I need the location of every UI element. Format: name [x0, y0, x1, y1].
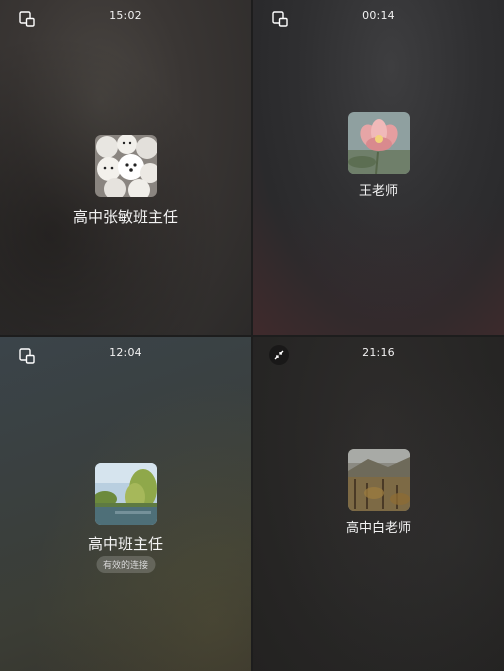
participant-name: 高中张敏班主任 [72, 208, 178, 226]
participant-name: 高中白老师 [345, 521, 411, 536]
lotus-flower-avatar [348, 112, 410, 174]
grid-divider [0, 335, 504, 337]
call-duration: 15:02 [109, 9, 142, 22]
participant-tile-zhangmin[interactable]: 15:02 高中张敏班主任 [0, 0, 251, 335]
participant-name: 王老师 [358, 184, 398, 199]
samoyed-dogs-avatar [95, 135, 157, 197]
autumn-landscape-avatar [348, 449, 410, 511]
call-duration: 21:16 [362, 346, 395, 359]
call-duration: 12:04 [109, 346, 142, 359]
connection-status-badge: 有效的连接 [95, 556, 156, 573]
participant-tile-class-teacher[interactable]: 12:04 高中班主任 有效的连接 [0, 337, 251, 671]
participant-name: 高中班主任 [87, 535, 163, 553]
participant-tile-wang[interactable]: 00:14 王老师 [253, 0, 504, 335]
participant-tile-bai[interactable]: 21:16 高中白老师 [253, 337, 504, 671]
call-duration: 00:14 [362, 9, 395, 22]
lake-trees-avatar [95, 463, 157, 525]
video-call-grid: 15:02 高中张敏班主任 00:14 王老师 12:04 高中班主任 有效的连… [0, 0, 504, 671]
